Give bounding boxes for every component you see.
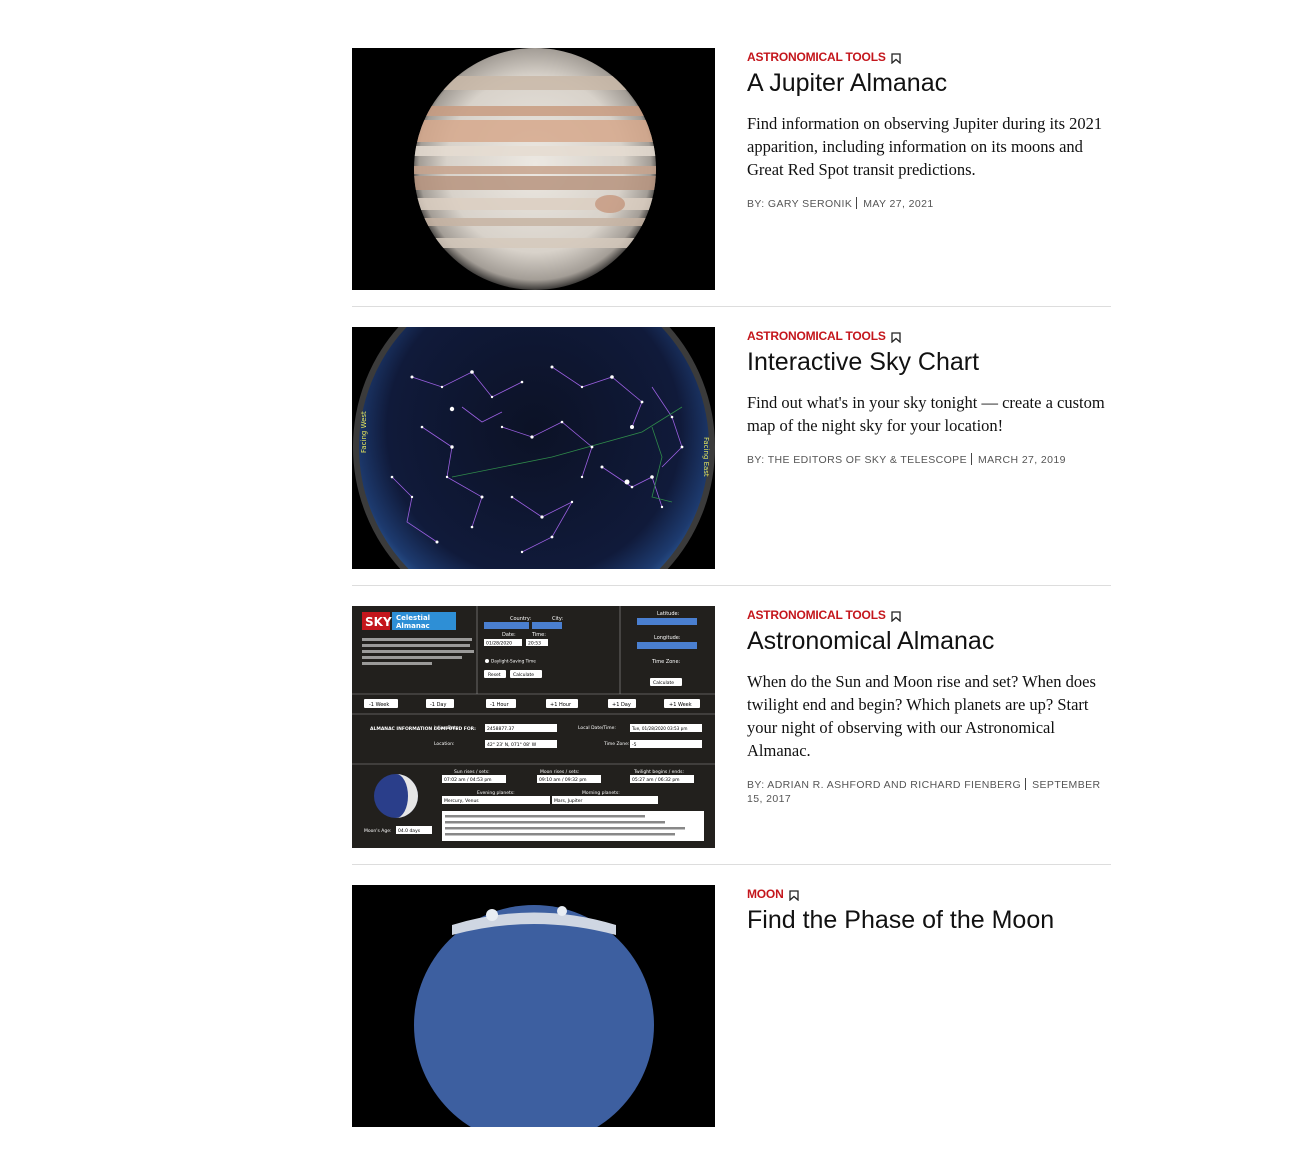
by-label: BY:	[747, 779, 765, 791]
almanac-brand: SKY	[365, 615, 392, 629]
sky-chart-west-label: Facing West	[360, 411, 368, 453]
almanac-moon-age-label: Moon's Age:	[364, 828, 391, 834]
almanac-moon-value: 09:10 am / 09:32 pm	[539, 777, 587, 783]
almanac-tz-label: Time Zone:	[603, 741, 629, 747]
article-date: MARCH 27, 2019	[978, 454, 1066, 466]
article-meta: BY: ADRIAN R. ASHFORD AND RICHARD FIENBE…	[747, 778, 1111, 806]
almanac-date-label: Date:	[502, 632, 516, 638]
article-excerpt: Find out what's in your sky tonight — cr…	[747, 393, 1105, 435]
category-row: MOON	[747, 887, 1111, 901]
article-image-moon[interactable]	[352, 885, 715, 1127]
article-meta: BY: GARY SERONIK MAY 27, 2021	[747, 197, 1111, 211]
article-feed: ASTRONOMICAL TOOLS A Jupiter Almanac Fin…	[352, 48, 1111, 1163]
article-body: ASTRONOMICAL TOOLS Astronomical Almanac …	[747, 606, 1111, 864]
by-label: BY:	[747, 198, 765, 210]
author-link[interactable]: ADRIAN R. ASHFORD AND RICHARD FIENBERG	[767, 779, 1021, 791]
almanac-calculate-button: Calculate	[513, 672, 534, 678]
article-title[interactable]: A Jupiter Almanac	[747, 68, 1111, 98]
article-card: SKY Celestial Almanac Country: City: Lat…	[352, 606, 1111, 865]
almanac-date-value: 01/28/2020	[486, 641, 512, 647]
almanac-time-value: 20:53	[528, 641, 541, 647]
almanac-evening-value: Mercury, Venus	[444, 798, 479, 804]
article-card: MOON Find the Phase of the Moon	[352, 885, 1111, 1143]
almanac-city-label: City:	[552, 616, 563, 622]
almanac-step-button: +1 Week	[669, 702, 692, 708]
category-row: ASTRONOMICAL TOOLS	[747, 329, 1111, 343]
almanac-step-button: -1 Week	[369, 702, 389, 708]
article-excerpt: When do the Sun and Moon rise and set? W…	[747, 672, 1096, 760]
almanac-tz-value: -5	[632, 742, 637, 748]
meta-separator	[856, 197, 858, 209]
almanac-location-label: Location:	[434, 741, 455, 747]
moon-image	[352, 885, 715, 1127]
almanac-local-label: Local Date/Time:	[578, 725, 616, 731]
category-link[interactable]: ASTRONOMICAL TOOLS	[747, 329, 886, 343]
almanac-sun-value: 07:02 am / 04:53 pm	[444, 777, 492, 783]
almanac-time-label: Time:	[531, 632, 546, 638]
jupiter-image	[352, 48, 715, 290]
article-card: Facing West Facing East ASTRONOMICAL TOO…	[352, 327, 1111, 586]
almanac-dst-label: Daylight-Saving Time	[491, 659, 536, 664]
sky-chart-image: Facing West Facing East	[352, 327, 715, 569]
almanac-step-button: -1 Hour	[490, 702, 510, 708]
almanac-moon-age-value: 04.0 days	[398, 828, 421, 834]
almanac-julian-value: 2458877.37	[487, 726, 514, 732]
category-link[interactable]: ASTRONOMICAL TOOLS	[747, 608, 886, 622]
article-meta: BY: THE EDITORS OF SKY & TELESCOPE MARCH …	[747, 453, 1111, 467]
almanac-timezone-label: Time Zone:	[651, 659, 681, 665]
almanac-info-label: ALMANAC INFORMATION COMPUTED FOR:	[370, 726, 476, 732]
almanac-evening-label: Evening planets:	[477, 790, 515, 796]
article-image-jupiter[interactable]	[352, 48, 715, 290]
almanac-image: SKY Celestial Almanac Country: City: Lat…	[352, 606, 715, 848]
category-row: ASTRONOMICAL TOOLS	[747, 50, 1111, 64]
author-link[interactable]: GARY SERONIK	[768, 198, 852, 210]
almanac-morning-label: Morning planets:	[582, 790, 620, 796]
almanac-twilight-label: Twilight begins / ends:	[633, 769, 684, 775]
almanac-sun-label: Sun rises / sets:	[454, 769, 490, 775]
almanac-step-button: -1 Day	[430, 702, 446, 708]
almanac-reset-button: Reset	[488, 672, 501, 678]
meta-separator	[1025, 778, 1027, 790]
category-link[interactable]: ASTRONOMICAL TOOLS	[747, 50, 886, 64]
almanac-moon-label: Moon rises / sets:	[540, 769, 579, 775]
article-body: ASTRONOMICAL TOOLS A Jupiter Almanac Fin…	[747, 48, 1111, 306]
category-link[interactable]: MOON	[747, 887, 784, 901]
article-date: MAY 27, 2021	[863, 198, 934, 210]
almanac-calculate-button-2: Calculate	[653, 680, 674, 686]
bookmark-icon[interactable]	[890, 52, 901, 64]
bookmark-icon[interactable]	[788, 889, 799, 901]
almanac-header-line2: Almanac	[396, 622, 430, 630]
by-label: BY:	[747, 454, 765, 466]
article-body: MOON Find the Phase of the Moon	[747, 885, 1111, 1143]
article-excerpt: Find information on observing Jupiter du…	[747, 114, 1103, 179]
article-card: ASTRONOMICAL TOOLS A Jupiter Almanac Fin…	[352, 48, 1111, 307]
almanac-longitude-label: Longitude:	[654, 635, 681, 641]
meta-separator	[971, 453, 972, 465]
almanac-julian-label: Julian Date:	[433, 725, 460, 731]
author-link[interactable]: THE EDITORS OF SKY & TELESCOPE	[768, 454, 967, 466]
article-image-almanac[interactable]: SKY Celestial Almanac Country: City: Lat…	[352, 606, 715, 848]
almanac-step-button: +1 Day	[612, 702, 631, 708]
article-title[interactable]: Interactive Sky Chart	[747, 347, 1111, 377]
almanac-location-value: 42° 23' N, 071° 08' W	[487, 742, 537, 748]
article-body: ASTRONOMICAL TOOLS Interactive Sky Chart…	[747, 327, 1111, 585]
sky-chart-east-label: Facing East	[702, 437, 710, 477]
article-title[interactable]: Astronomical Almanac	[747, 626, 1111, 656]
almanac-country-label: Country:	[510, 616, 531, 622]
almanac-header-line1: Celestial	[396, 614, 430, 622]
almanac-latitude-label: Latitude:	[657, 611, 680, 617]
article-title[interactable]: Find the Phase of the Moon	[747, 905, 1111, 935]
article-image-sky-chart[interactable]: Facing West Facing East	[352, 327, 715, 569]
almanac-twilight-value: 05:27 am / 06:32 pm	[632, 777, 680, 783]
almanac-morning-value: Mars, Jupiter	[554, 798, 583, 804]
almanac-step-button: +1 Hour	[550, 702, 572, 708]
category-row: ASTRONOMICAL TOOLS	[747, 608, 1111, 622]
bookmark-icon[interactable]	[890, 331, 901, 343]
bookmark-icon[interactable]	[890, 610, 901, 622]
almanac-local-value: Tue, 01/28/2020 03:53 pm	[631, 726, 687, 731]
